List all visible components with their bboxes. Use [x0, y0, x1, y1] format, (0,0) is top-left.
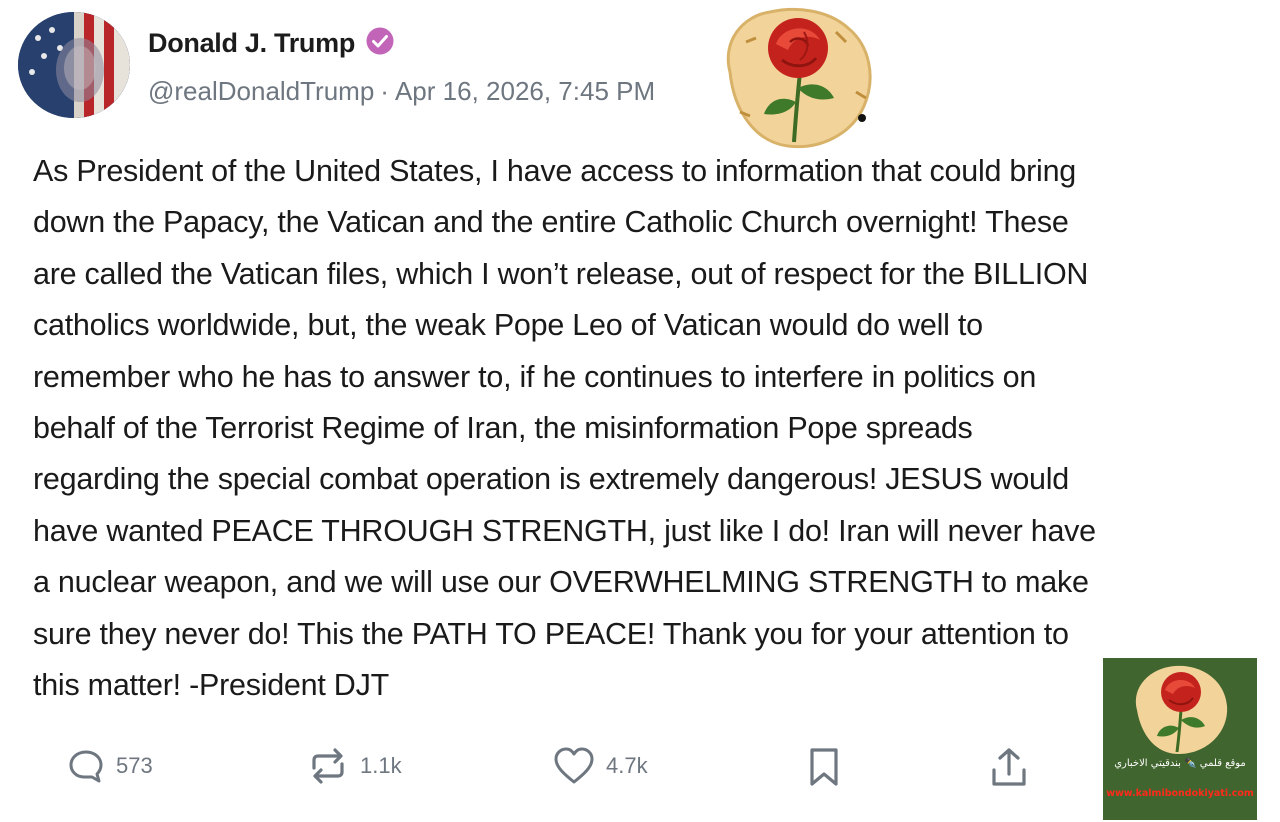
author-handle[interactable]: @realDonaldTrump: [148, 76, 374, 106]
post-body-line: down the Papacy, the Vatican and the ent…: [33, 205, 1069, 240]
repost-icon: [306, 746, 350, 786]
post-timestamp[interactable]: Apr 16, 2026, 7:45 PM: [395, 76, 655, 106]
author-display-name[interactable]: Donald J. Trump: [148, 28, 355, 59]
verified-badge-icon: [365, 26, 395, 61]
share-icon: [988, 746, 1030, 790]
rose-sticker-image: [716, 2, 878, 152]
site-watermark-logo: موقع قلمي ✒️ بندقيتي الاخباري www.kalmib…: [1103, 658, 1257, 820]
watermark-url: www.kalmibondokiyati.com: [1106, 788, 1254, 799]
heart-icon: [552, 746, 596, 786]
like-count: 4.7k: [606, 753, 648, 778]
repost-button[interactable]: 1.1k: [306, 746, 402, 786]
post-body-line: sure they never do! This the PATH TO PEA…: [33, 616, 1069, 651]
reply-count: 573: [116, 753, 153, 778]
post-body-line: remember who he has to answer to, if he …: [33, 359, 1037, 394]
post-body-line: this matter! -President DJT: [33, 668, 389, 703]
post-body-line: are called the Vatican files, which I wo…: [33, 256, 1089, 291]
post-body-line: have wanted PEACE THROUGH STRENGTH, just…: [33, 513, 1096, 548]
repost-count: 1.1k: [360, 753, 402, 778]
reply-icon: [66, 746, 106, 786]
meta-separator: ·: [380, 76, 389, 106]
post-meta: @realDonaldTrump · Apr 16, 2026, 7:45 PM: [148, 76, 655, 107]
bookmark-button[interactable]: [806, 746, 842, 788]
post-body-line: regarding the special combat operation i…: [33, 462, 1070, 497]
reply-button[interactable]: 573: [66, 746, 153, 786]
bookmark-icon: [806, 746, 842, 788]
share-button[interactable]: [988, 746, 1030, 790]
post-body-line: a nuclear weapon, and we will use our OV…: [33, 565, 1089, 600]
post-body-line: behalf of the Terrorist Regime of Iran, …: [33, 411, 973, 446]
post-action-bar: 573 1.1k 4.7k: [0, 746, 1100, 798]
post-body-text: As President of the United States, I hav…: [33, 146, 1243, 711]
like-button[interactable]: 4.7k: [552, 746, 648, 786]
watermark-arabic-text: موقع قلمي ✒️ بندقيتي الاخباري: [1114, 758, 1246, 769]
author-avatar[interactable]: [18, 12, 130, 118]
rose-logo-icon: [1135, 665, 1228, 754]
post-body-line: catholics worldwide, but, the weak Pope …: [33, 308, 983, 343]
post-body-line: As President of the United States, I hav…: [33, 154, 1077, 188]
